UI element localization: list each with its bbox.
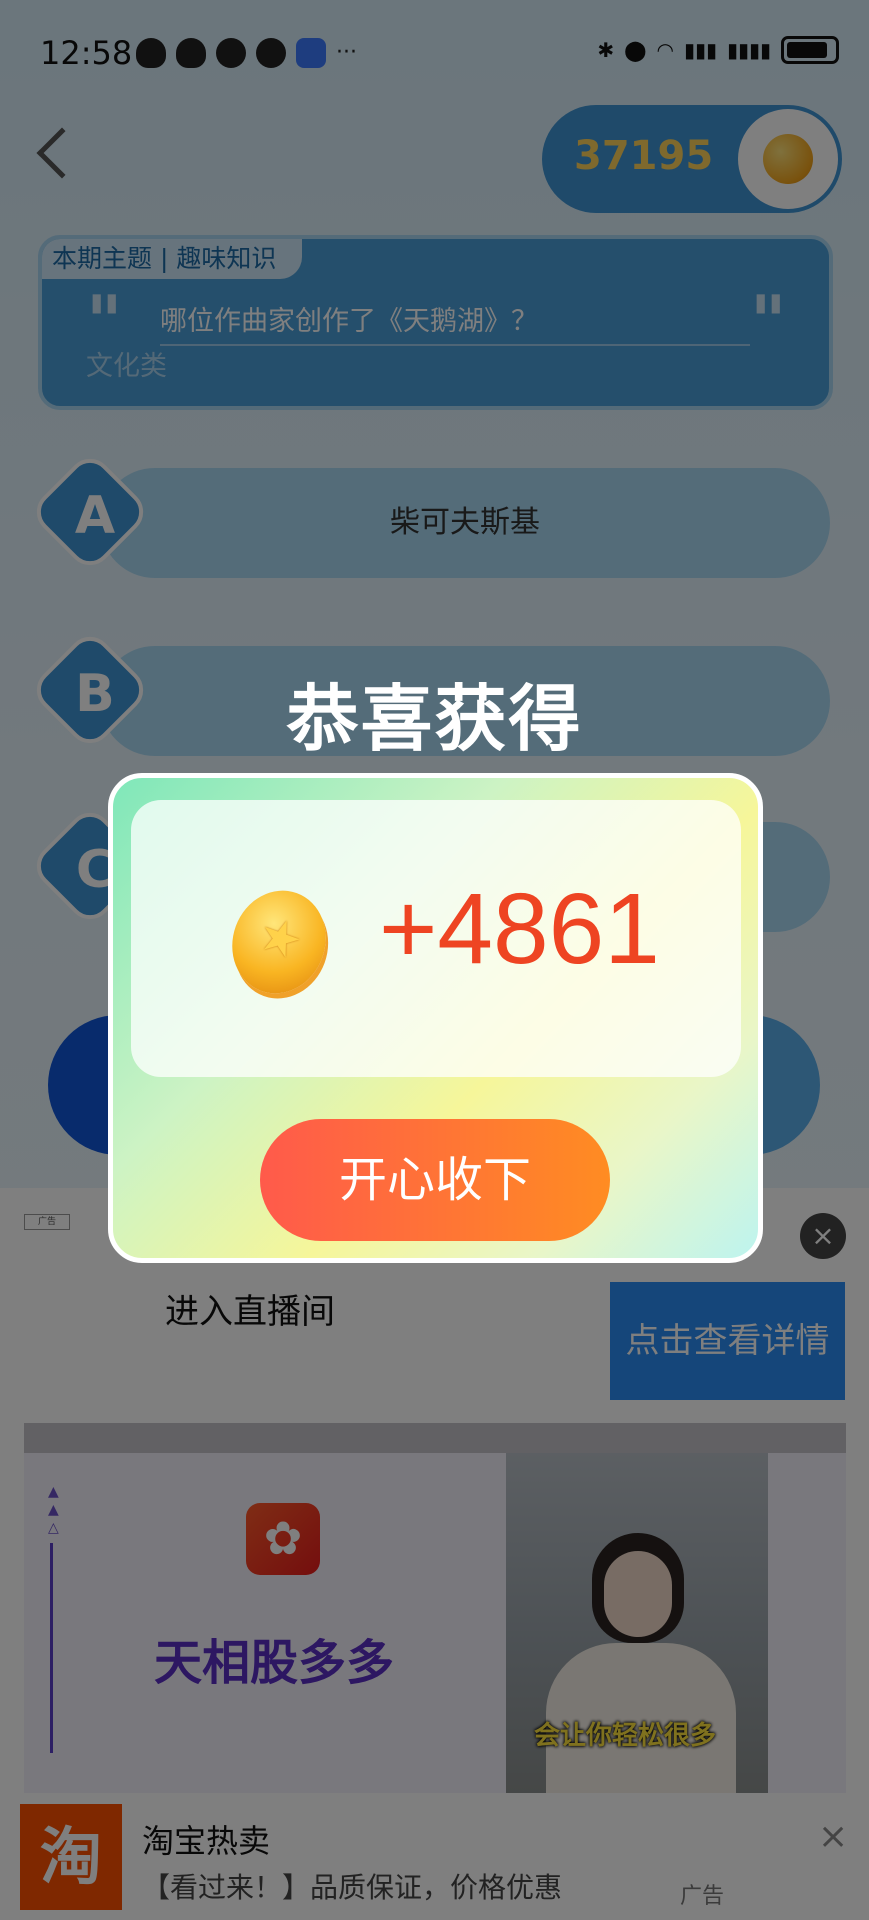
reward-amount: +4861: [379, 873, 660, 985]
reward-popup: +4861 开心收下: [108, 773, 763, 1263]
reward-amount-panel: +4861: [131, 800, 741, 1077]
accept-reward-button[interactable]: 开心收下: [260, 1119, 610, 1241]
reward-title: 恭喜获得: [286, 677, 583, 761]
gold-coin-icon: [217, 877, 341, 1007]
